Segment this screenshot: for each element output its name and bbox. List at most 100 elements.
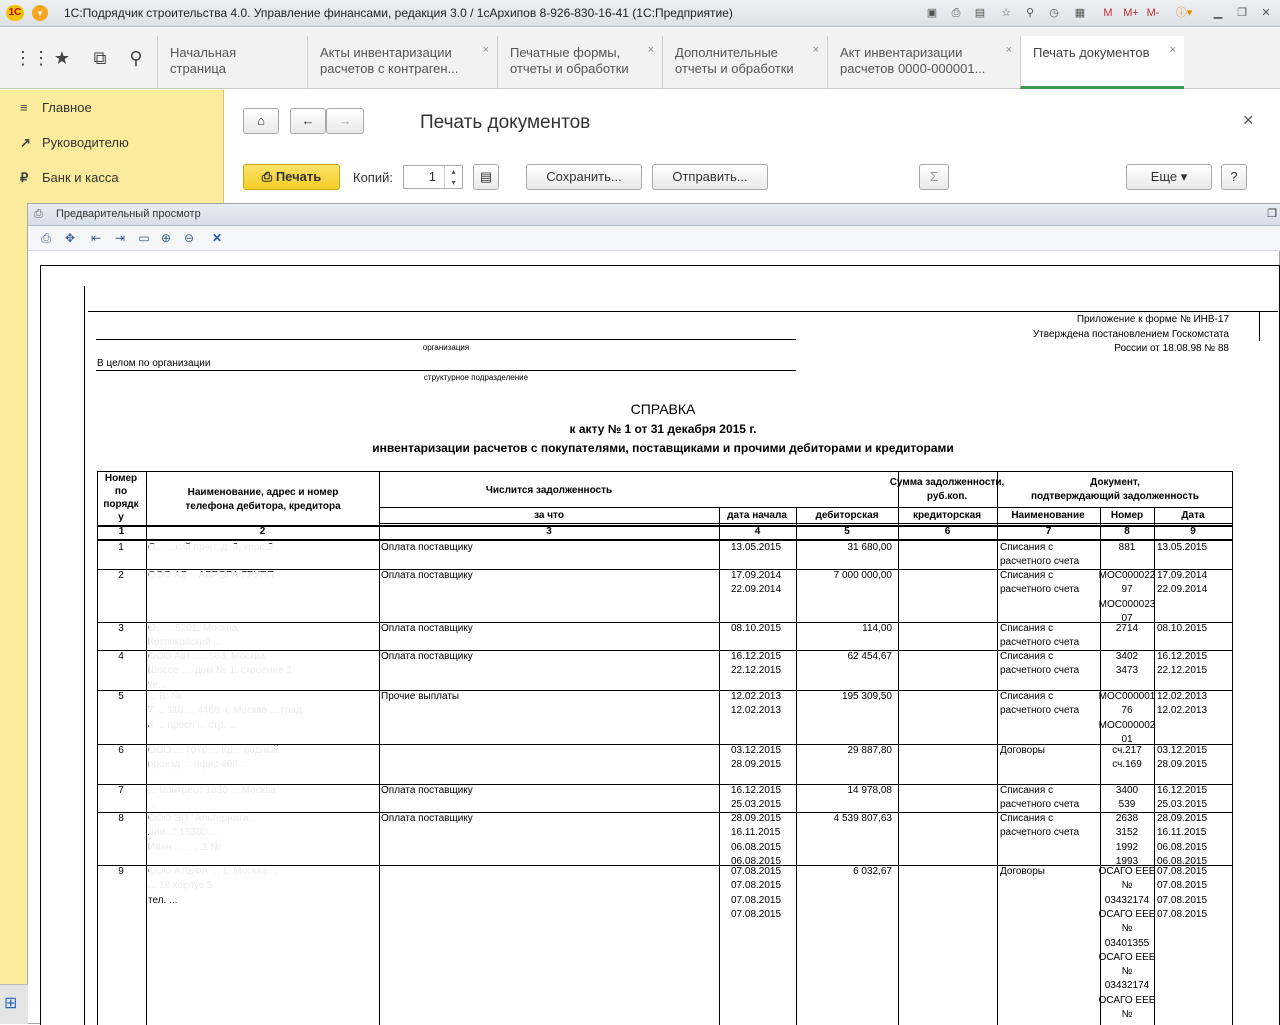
favorite-icon[interactable]: ☆: [998, 5, 1014, 21]
row-start-date: 06.08.2015: [731, 841, 782, 853]
memory-plus-button[interactable]: M+: [1120, 5, 1142, 21]
row-doc-name: расчетного счета: [1000, 799, 1080, 811]
close-tab-icon[interactable]: ×: [813, 42, 819, 58]
row-doc-date: 08.10.2015: [1157, 623, 1208, 634]
table-subheader-line: [379, 523, 1232, 524]
row-purpose: Оплата поставщику: [381, 623, 473, 634]
zoom-out-icon[interactable]: ⊖: [181, 230, 197, 246]
more-button[interactable]: Еще ▾: [1126, 164, 1212, 190]
header-sum: руб.коп.: [926, 491, 968, 502]
sidebar-item-main[interactable]: ≡ Главное: [20, 100, 92, 120]
header-dname: Наименование: [1011, 510, 1085, 521]
restore-icon[interactable]: ❐: [1267, 207, 1277, 220]
header-num: по: [114, 486, 128, 497]
row-debit: 29 887,80: [847, 745, 893, 756]
page-back-icon[interactable]: ⇤: [88, 230, 104, 246]
table-line: [97, 525, 1232, 527]
row-doc-number: МОС000002: [1098, 719, 1156, 731]
row-doc-number: №: [1121, 1009, 1133, 1020]
close-tab-icon[interactable]: ×: [648, 42, 654, 58]
page-right-mark: [1259, 311, 1260, 341]
column-number: 5: [844, 526, 850, 537]
close-tab-icon[interactable]: ×: [1170, 42, 1176, 58]
table-col-line: [379, 471, 380, 1025]
doc-title: СПРАВКА: [630, 401, 696, 417]
row-doc-number: 76: [1121, 705, 1133, 717]
redacted-area: [149, 572, 374, 620]
info-icon[interactable]: ⓘ▾: [1174, 5, 1194, 21]
tab-print-forms[interactable]: Печатные формы, отчеты и обработки ×: [497, 36, 662, 89]
preview-icon[interactable]: ▤: [972, 5, 988, 21]
start-icon[interactable]: ⊞: [4, 993, 17, 1013]
forward-button[interactable]: →: [326, 108, 364, 134]
row-doc-number: 2714: [1115, 623, 1139, 634]
restore-icon[interactable]: ❐: [1234, 5, 1250, 21]
calculator-icon[interactable]: ▦: [1072, 5, 1088, 21]
home-button[interactable]: ⌂: [243, 108, 279, 134]
history-icon[interactable]: ⧉: [88, 46, 112, 70]
row-start-date: 16.11.2015: [731, 827, 781, 839]
row-start-date: 22.09.2014: [731, 584, 782, 596]
row-doc-name: расчетного счета: [1000, 637, 1080, 649]
move-icon[interactable]: ✥: [62, 230, 78, 246]
sections-grid-icon[interactable]: ⋮⋮: [14, 46, 50, 70]
favorites-star-icon[interactable]: ★: [50, 46, 74, 70]
close-preview-icon[interactable]: ✕: [209, 230, 225, 246]
row-doc-number: 03432174: [1104, 980, 1150, 992]
page-forward-icon[interactable]: ⇥: [112, 230, 128, 246]
header-deb: дебиторская: [815, 510, 879, 521]
header-date: дата начала: [727, 510, 787, 521]
save-button[interactable]: Сохранить...: [526, 164, 642, 190]
row-doc-number: 881: [1118, 542, 1136, 553]
sidebar-item-bank[interactable]: ₽ Банк и касса: [20, 170, 119, 190]
main-menu-icon[interactable]: ▾: [32, 5, 48, 21]
memory-m-button[interactable]: M: [1100, 5, 1116, 21]
tab-print-documents[interactable]: Печать документов ×: [1020, 36, 1184, 89]
row-purpose: Оплата поставщику: [381, 785, 473, 796]
history-icon[interactable]: ◷: [1046, 5, 1062, 21]
page-view-icon[interactable]: ▭: [136, 230, 152, 246]
zoom-in-icon[interactable]: ⊕: [158, 230, 174, 246]
close-window-icon[interactable]: ✕: [1258, 5, 1274, 21]
print-icon[interactable]: ⎙: [948, 5, 964, 21]
close-form-icon[interactable]: ×: [1243, 110, 1254, 131]
row-start-date: 07.08.2015: [731, 894, 782, 906]
table-row-line: [97, 812, 1232, 813]
tab-extra-reports[interactable]: Дополнительные отчеты и обработки ×: [662, 36, 827, 89]
help-button[interactable]: ?: [1221, 164, 1247, 190]
row-doc-number: ОСАГО ЕЕЕ: [1098, 866, 1156, 877]
row-doc-number: ОСАГО ЕЕЕ: [1098, 994, 1156, 1006]
tab-inventory-act[interactable]: Акт инвентаризации расчетов 0000-000001..…: [827, 36, 1020, 89]
preview-title: Предварительный просмотр: [56, 208, 201, 220]
memory-minus-button[interactable]: M-: [1145, 5, 1161, 21]
row-doc-date: 28.09.2015: [1157, 813, 1208, 824]
tab-inventory-acts[interactable]: Акты инвентаризации расчетов с контраген.…: [307, 36, 497, 89]
send-button[interactable]: Отправить...: [652, 164, 768, 190]
window-title: 1С:Подрядчик строительства 4.0. Управлен…: [64, 6, 733, 20]
table-col-line: [1232, 471, 1233, 1025]
close-tab-icon[interactable]: ×: [1006, 42, 1012, 58]
preview-icon: ⎙: [34, 208, 43, 220]
print-icon[interactable]: ⎙: [38, 230, 54, 246]
row-doc-date: 13.05.2015: [1157, 542, 1208, 553]
close-tab-icon[interactable]: ×: [483, 42, 489, 58]
row-doc-date: 07.08.2015: [1157, 908, 1208, 920]
back-button[interactable]: ←: [290, 108, 326, 134]
row-doc-number: МОС000022: [1098, 570, 1156, 581]
save-icon[interactable]: ▣: [924, 5, 940, 21]
row-doc-date: 25.03.2015: [1157, 799, 1208, 811]
row-doc-date: 03.12.2015: [1157, 745, 1208, 756]
sidebar-item-director[interactable]: ↗ Руководителю: [20, 135, 129, 155]
column-number: 6: [944, 526, 951, 537]
app-logo-icon[interactable]: 1С: [6, 5, 24, 21]
redacted-area: [149, 867, 374, 895]
link-icon[interactable]: ⚲: [1022, 5, 1038, 21]
search-icon[interactable]: ⚲: [124, 46, 148, 70]
edit-copies-icon[interactable]: ▤: [473, 164, 499, 190]
print-button[interactable]: ⎙ Печать: [243, 164, 340, 190]
header-doc: подтверждающий задолженность: [1030, 491, 1200, 502]
sum-icon[interactable]: Σ: [919, 164, 949, 190]
tab-home[interactable]: Начальная страница: [157, 36, 307, 89]
copies-spinner[interactable]: ▴ ▾: [444, 166, 462, 188]
minimize-icon[interactable]: ▁: [1210, 5, 1226, 21]
